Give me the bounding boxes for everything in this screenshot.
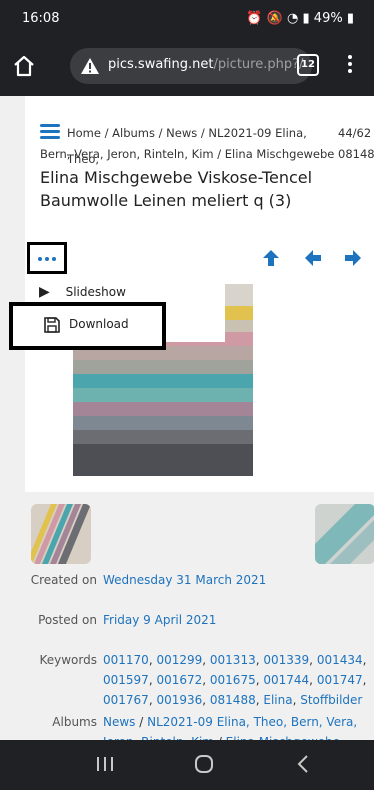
album-link[interactable]: News (103, 715, 135, 729)
picture-info: Created on Wednesday 31 March 2021 Poste… (25, 492, 374, 749)
separator: / (135, 715, 148, 729)
breadcrumb-continued[interactable]: Bern, Vera, Jeron, Rinteln, Kim / Elina … (40, 144, 374, 164)
keyword-link[interactable]: 001747 (317, 673, 363, 687)
keyword-link[interactable]: Stoffbilder (300, 693, 362, 707)
mute-icon: 🔕 (266, 11, 283, 26)
address-bar[interactable]: pics.swafing.net/picture.php?/ (70, 48, 312, 84)
browser-toolbar: pics.swafing.net/picture.php?/ 12 (0, 38, 374, 96)
back-icon[interactable] (296, 754, 310, 774)
keyword-link[interactable]: 001313 (210, 653, 256, 667)
keyword-link[interactable]: 001936 (156, 693, 202, 707)
alarm-icon: ⏰ (246, 11, 263, 26)
keyword-link[interactable]: 001597 (103, 673, 149, 687)
home-button-icon[interactable] (194, 754, 214, 774)
separator: , (309, 673, 317, 687)
previous-thumbnail[interactable] (31, 504, 91, 564)
keyword-link[interactable]: 001767 (103, 693, 149, 707)
keyword-link[interactable]: 001672 (156, 673, 202, 687)
save-icon (44, 317, 60, 333)
status-time: 16:08 (22, 11, 60, 26)
status-bar: 16:08 ⏰ 🔕 ◔ ▮ 49% ▮ (0, 0, 374, 38)
warning-icon[interactable] (80, 57, 100, 75)
url-text: pics.swafing.net/picture.php?/ (108, 57, 304, 72)
hamburger-menu-icon[interactable] (40, 124, 60, 140)
status-icons: ⏰ 🔕 ◔ ▮ 49% ▮ (246, 11, 354, 26)
keyword-link[interactable]: Elina (263, 693, 292, 707)
page-header: Home / Albums / News / NL2021-09 Elina, … (25, 96, 374, 226)
keyword-link[interactable]: 001339 (263, 653, 309, 667)
battery-icon: ▮ (346, 11, 354, 26)
separator: , (202, 673, 210, 687)
separator: , (362, 673, 367, 687)
previous-arrow-icon[interactable] (303, 248, 323, 268)
battery-percent: 49% (313, 11, 343, 26)
separator: , (309, 653, 317, 667)
page-content: Home / Albums / News / NL2021-09 Elina, … (9, 96, 374, 749)
keyword-link[interactable]: 081488 (210, 693, 256, 707)
up-arrow-icon[interactable] (261, 248, 281, 268)
meta-created: Created on Wednesday 31 March 2021 (30, 573, 267, 587)
tab-switcher-button[interactable]: 12 (297, 54, 319, 76)
more-options-button[interactable] (27, 242, 67, 274)
keyword-link[interactable]: 001744 (263, 673, 309, 687)
system-navigation-bar (0, 740, 374, 790)
separator: , (202, 693, 210, 707)
page-title: Elina Mischgewebe Viskose-Tencel Baumwol… (40, 168, 313, 210)
play-icon: ▶ (39, 284, 50, 300)
home-icon[interactable] (12, 54, 36, 78)
wifi-icon: ◔ (287, 11, 299, 26)
meta-keywords: Keywords 001170, 001299, 001313, 001339,… (25, 650, 374, 712)
next-thumbnail[interactable] (315, 504, 374, 564)
next-arrow-icon[interactable] (343, 248, 363, 268)
browser-menu-icon[interactable] (345, 52, 355, 80)
keyword-link[interactable]: 001434 (317, 653, 363, 667)
separator: , (202, 653, 210, 667)
menu-item-download[interactable]: Download (9, 302, 166, 350)
keyword-link[interactable]: 001299 (156, 653, 202, 667)
separator: , (362, 653, 367, 667)
image-counter: 44/62 (338, 126, 372, 140)
signal-icon: ▮ (302, 11, 310, 26)
keyword-links: 001170, 001299, 001313, 001339, 001434, … (103, 650, 368, 710)
keyword-link[interactable]: 001170 (103, 653, 149, 667)
keyword-link[interactable]: 001675 (210, 673, 256, 687)
meta-posted: Posted on Friday 9 April 2021 (38, 613, 217, 627)
recent-apps-icon[interactable] (96, 754, 114, 774)
metadata-list: Created on Wednesday 31 March 2021 Poste… (25, 570, 374, 752)
